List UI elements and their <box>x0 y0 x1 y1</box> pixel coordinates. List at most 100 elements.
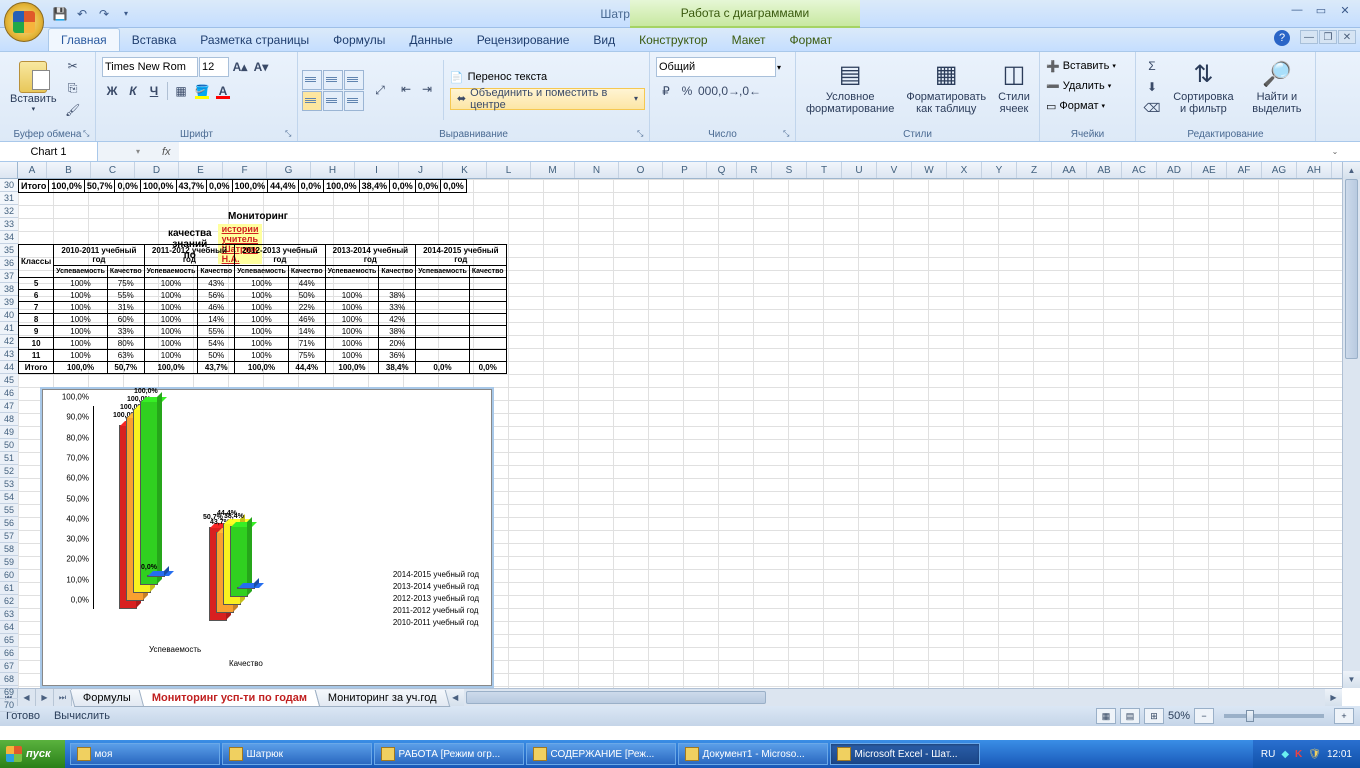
col-header-F[interactable]: F <box>223 162 267 178</box>
col-header-S[interactable]: S <box>772 162 807 178</box>
col-header-H[interactable]: H <box>311 162 355 178</box>
paste-button[interactable]: Вставить ▾ <box>4 54 63 120</box>
col-header-T[interactable]: T <box>807 162 842 178</box>
decrease-indent-icon[interactable]: ⇤ <box>396 79 416 99</box>
row-header-39[interactable]: 39 <box>0 296 18 309</box>
copy-icon[interactable]: ⎘ <box>63 78 83 98</box>
taskbar-item-2[interactable]: РАБОТА [Режим огр... <box>374 743 524 765</box>
find-select-button[interactable]: 🔎Найти и выделить <box>1243 54 1311 120</box>
delete-cells-button[interactable]: ➖Удалить▾ <box>1046 76 1129 96</box>
undo-icon[interactable]: ↶ <box>72 4 92 24</box>
tray-icon-1[interactable]: ◆ <box>1281 749 1289 760</box>
view-normal-icon[interactable]: ▦ <box>1096 708 1116 724</box>
row-header-38[interactable]: 38 <box>0 283 18 296</box>
tab-review[interactable]: Рецензирование <box>465 29 582 51</box>
col-header-C[interactable]: C <box>91 162 135 178</box>
sheet-tab-2[interactable]: Мониторинг за уч.год <box>315 690 450 707</box>
row-header-36[interactable]: 36 <box>0 257 18 270</box>
row-header-52[interactable]: 52 <box>0 465 18 478</box>
tab-view[interactable]: Вид <box>581 29 627 51</box>
row-header-37[interactable]: 37 <box>0 270 18 283</box>
sheet-nav-next[interactable]: ▶ <box>36 689 54 706</box>
cut-icon[interactable]: ✂ <box>63 56 83 76</box>
tray-icon-3[interactable]: 🛡 <box>1308 749 1321 760</box>
row-header-64[interactable]: 64 <box>0 621 18 634</box>
grow-font-icon[interactable]: A▴ <box>230 57 250 77</box>
row-header-50[interactable]: 50 <box>0 439 18 452</box>
tab-page-layout[interactable]: Разметка страницы <box>188 29 321 51</box>
row-header-40[interactable]: 40 <box>0 309 18 322</box>
row-header-32[interactable]: 32 <box>0 205 18 218</box>
font-color-icon[interactable]: A <box>213 81 233 101</box>
help-icon[interactable]: ? <box>1274 30 1290 46</box>
col-header-G[interactable]: G <box>267 162 311 178</box>
row-header-62[interactable]: 62 <box>0 595 18 608</box>
select-all-corner[interactable] <box>0 162 18 178</box>
font-launcher[interactable]: ⤡ <box>285 129 295 139</box>
col-header-Z[interactable]: Z <box>1017 162 1052 178</box>
col-header-K[interactable]: K <box>443 162 487 178</box>
redo-icon[interactable]: ↷ <box>94 4 114 24</box>
row-header-66[interactable]: 66 <box>0 647 18 660</box>
alignment-grid[interactable] <box>302 70 364 111</box>
col-header-AC[interactable]: AC <box>1122 162 1157 178</box>
fill-color-icon[interactable]: 🪣 <box>192 81 212 101</box>
row-header-60[interactable]: 60 <box>0 569 18 582</box>
embedded-chart[interactable]: 0,0%10,0%20,0%30,0%40,0%50,0%60,0%70,0%8… <box>42 389 492 686</box>
tab-chart-format[interactable]: Формат <box>778 29 845 51</box>
tray-icon-2[interactable]: K <box>1295 749 1302 760</box>
formula-input[interactable] <box>179 142 1360 161</box>
zoom-in-button[interactable]: + <box>1334 708 1354 724</box>
row-header-56[interactable]: 56 <box>0 517 18 530</box>
tab-formulas[interactable]: Формулы <box>321 29 397 51</box>
view-pagebreak-icon[interactable]: ⊞ <box>1144 708 1164 724</box>
taskbar-item-5[interactable]: Microsoft Excel - Шат... <box>830 743 980 765</box>
col-header-AG[interactable]: AG <box>1262 162 1297 178</box>
row-header-51[interactable]: 51 <box>0 452 18 465</box>
row-header-53[interactable]: 53 <box>0 478 18 491</box>
taskbar-item-4[interactable]: Документ1 - Microso... <box>678 743 828 765</box>
col-header-A[interactable]: A <box>18 162 47 178</box>
col-header-R[interactable]: R <box>737 162 772 178</box>
col-header-AA[interactable]: AA <box>1052 162 1087 178</box>
orientation-icon[interactable]: ⤢ <box>370 80 390 100</box>
conditional-formatting-button[interactable]: ▤Условное форматирование <box>800 54 900 120</box>
col-header-Y[interactable]: Y <box>982 162 1017 178</box>
clock[interactable]: 12:01 <box>1327 749 1352 760</box>
mdi-minimize[interactable]: — <box>1300 30 1318 44</box>
alignment-launcher[interactable]: ⤡ <box>637 129 647 139</box>
col-header-AH[interactable]: AH <box>1297 162 1332 178</box>
wrap-text-button[interactable]: 📄 Перенос текста <box>450 71 645 84</box>
col-header-V[interactable]: V <box>877 162 912 178</box>
row-header-48[interactable]: 48 <box>0 413 18 426</box>
col-header-P[interactable]: P <box>663 162 707 178</box>
scroll-down-icon[interactable]: ▼ <box>1343 671 1360 688</box>
col-header-W[interactable]: W <box>912 162 947 178</box>
expand-formula-bar[interactable]: ⌄ <box>1328 143 1342 161</box>
col-header-U[interactable]: U <box>842 162 877 178</box>
fx-label[interactable]: fx <box>162 146 171 158</box>
qat-more-icon[interactable]: ▾ <box>116 4 136 24</box>
horizontal-scrollbar[interactable]: ◀ ▶ <box>447 689 1342 706</box>
clear-icon[interactable]: ⌫ <box>1142 98 1162 118</box>
format-as-table-button[interactable]: ▦Форматировать как таблицу <box>900 54 992 120</box>
number-format-selector[interactable] <box>656 57 776 77</box>
col-header-AE[interactable]: AE <box>1192 162 1227 178</box>
row-header-34[interactable]: 34 <box>0 231 18 244</box>
close-button[interactable]: ✕ <box>1334 2 1356 18</box>
name-box-dropdown[interactable]: ▾ <box>136 147 140 156</box>
col-header-Q[interactable]: Q <box>707 162 737 178</box>
tab-chart-design[interactable]: Конструктор <box>627 29 719 51</box>
start-button[interactable]: пуск <box>0 740 65 768</box>
bold-button[interactable]: Ж <box>102 81 122 101</box>
scroll-thumb-h[interactable] <box>466 691 766 704</box>
zoom-thumb[interactable] <box>1246 710 1254 722</box>
col-header-M[interactable]: M <box>531 162 575 178</box>
underline-button[interactable]: Ч <box>144 81 164 101</box>
col-header-I[interactable]: I <box>355 162 399 178</box>
row-header-69[interactable]: 69 <box>0 686 18 699</box>
font-size-selector[interactable] <box>199 57 229 77</box>
row-header-42[interactable]: 42 <box>0 335 18 348</box>
name-box[interactable] <box>4 146 93 158</box>
scroll-right-icon[interactable]: ▶ <box>1325 689 1342 706</box>
